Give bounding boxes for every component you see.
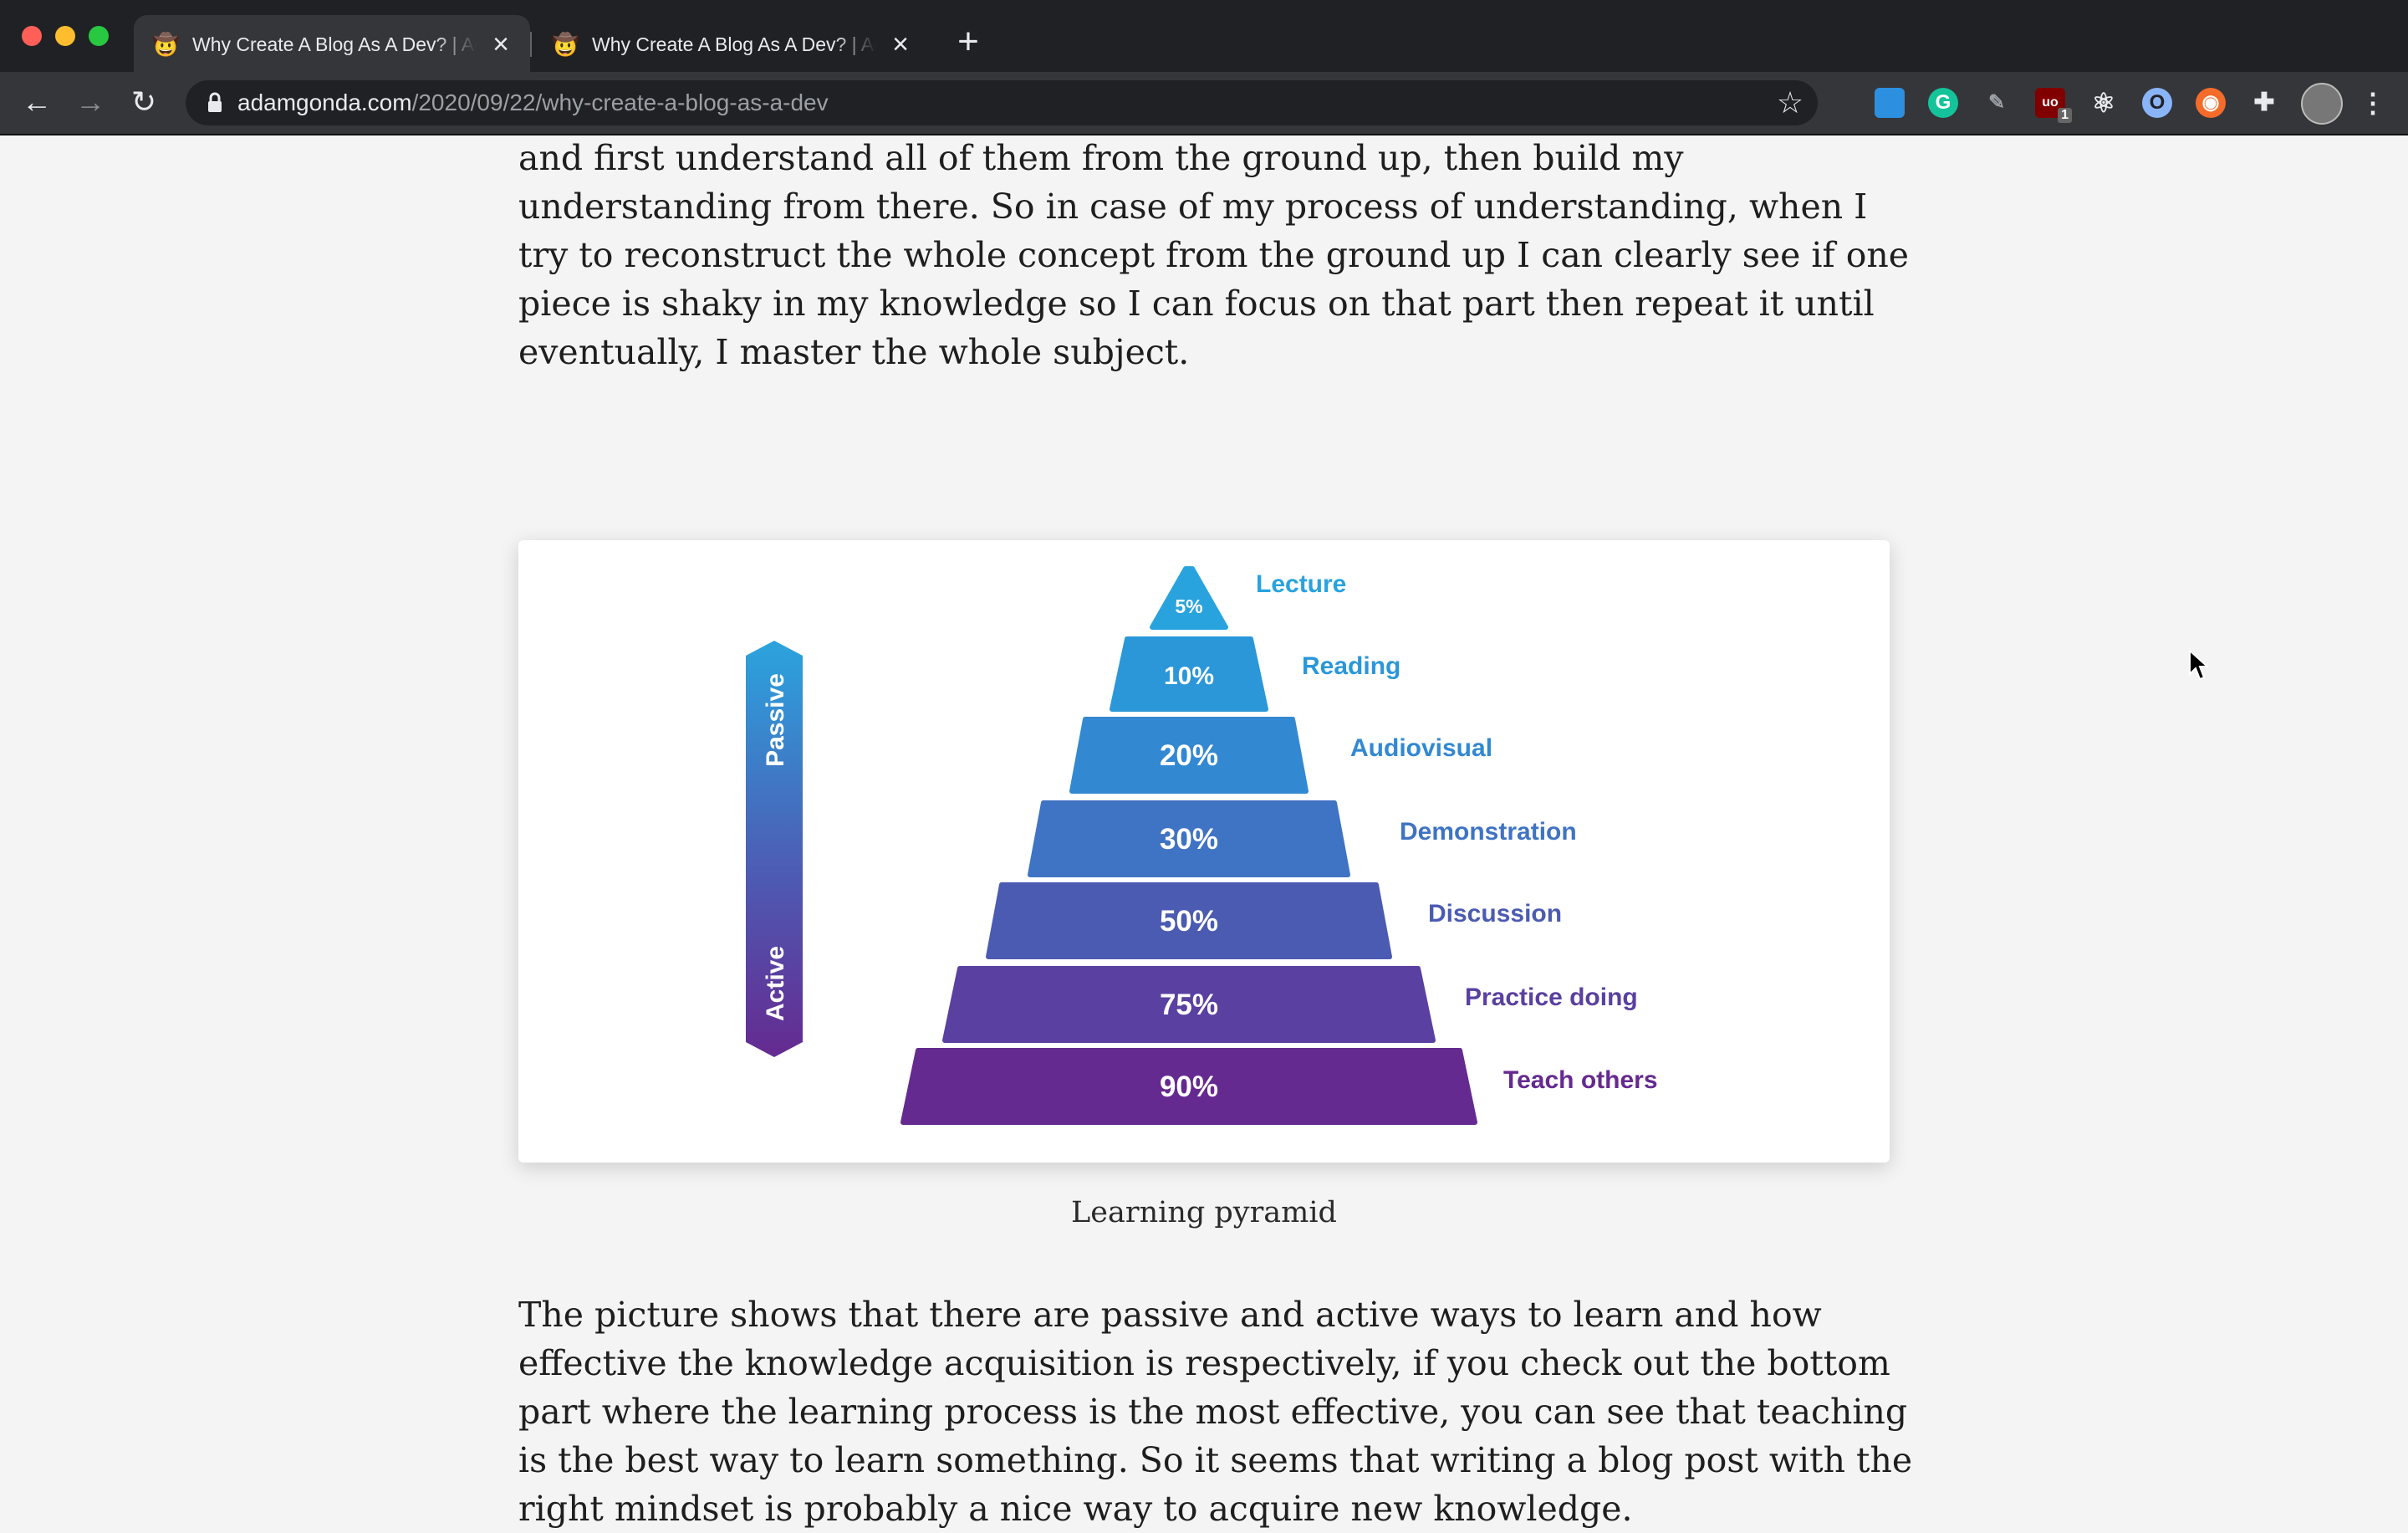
learning-pyramid-diagram: Passive Active 5% Lecture 10% Reading 20% Aud…	[746, 566, 1658, 1125]
paragraph: The picture shows that there are passive…	[518, 1290, 1912, 1533]
cowboy-emoji-icon: 🤠	[552, 32, 579, 57]
pyramid-levels: 5% Lecture 10% Reading 20% Audiovisual 30% Demo…	[900, 566, 1658, 1125]
text-line: piece is shaky in my knowledge so I can …	[518, 284, 1875, 324]
tier-percent: 10%	[1164, 662, 1214, 690]
text-line: and first understand all of them from th…	[518, 138, 1684, 178]
orange-ext-icon[interactable]: ◉	[2196, 88, 2226, 118]
cowboy-emoji-icon: 🤠	[152, 32, 180, 57]
text-line: effective the knowledge acquisition is r…	[518, 1343, 1890, 1383]
paragraph: and first understand all of them from th…	[518, 134, 1909, 376]
toolbar-square-icon[interactable]	[1875, 88, 1905, 118]
lock-icon	[208, 92, 222, 112]
address-bar[interactable]: adamgonda.com/2020/09/22/why-create-a-bl…	[186, 80, 1818, 125]
tier-label: Demonstration	[1400, 818, 1577, 846]
ublock-icon[interactable]: uo 1	[2035, 88, 2072, 123]
react-devtools-icon[interactable]: ⚛	[2089, 88, 2119, 118]
browser-tab-strip: 🤠 Why Create A Blog As A Dev? | Adam Gon…	[0, 0, 2408, 72]
tier-label: Discussion	[1428, 900, 1562, 927]
close-window-button[interactable]	[22, 26, 42, 46]
url-host: adamgonda.com	[237, 89, 412, 115]
tab-divider	[530, 32, 532, 57]
tier-percent: 50%	[1160, 905, 1218, 938]
puzzle-icon[interactable]: ✚	[2249, 88, 2279, 118]
url-path: /2020/09/22/why-create-a-blog-as-a-dev	[411, 89, 829, 115]
reload-button[interactable]: ↻	[125, 84, 162, 120]
circle-ext-icon[interactable]: O	[2142, 88, 2172, 118]
text-line: right mindset is probably a nice way to …	[518, 1489, 1633, 1529]
figure-caption: Learning pyramid	[1071, 1196, 1337, 1229]
back-button[interactable]: ←	[18, 84, 55, 120]
tier-label: Audiovisual	[1350, 734, 1492, 762]
mouse-cursor-icon	[2189, 649, 2208, 681]
text-line: is the best way to learn something. So i…	[518, 1440, 1913, 1480]
menu-icon[interactable]: ⋮	[2358, 88, 2388, 118]
minimize-window-button[interactable]	[55, 26, 75, 46]
profile-avatar[interactable]	[2301, 83, 2343, 125]
bookmark-star-icon[interactable]: ☆	[1773, 85, 1808, 120]
tier-percent: 30%	[1160, 823, 1218, 856]
tier-percent: 90%	[1160, 1071, 1218, 1103]
close-icon[interactable]: ×	[886, 30, 915, 59]
zoom-window-button[interactable]	[89, 26, 109, 46]
tier-percent: 75%	[1160, 989, 1218, 1021]
ublock-badge: 1	[2058, 108, 2072, 123]
text-line: The picture shows that there are passive…	[518, 1295, 1822, 1335]
tab-title: Why Create A Blog As A Dev? | Adam Gonda	[192, 33, 477, 55]
text-line: part where the learning process is the m…	[518, 1392, 1908, 1432]
tier-label: Reading	[1302, 652, 1400, 680]
axis-label-passive: Passive	[762, 673, 789, 767]
text-line: try to reconstruct the whole concept fro…	[518, 235, 1910, 275]
browser-toolbar: ← → ↻ adamgonda.com/2020/09/22/why-creat…	[0, 72, 2408, 135]
text-line: eventually, I master the whole subject.	[518, 332, 1190, 372]
pen-icon[interactable]: ✎	[1982, 88, 2012, 118]
new-tab-button[interactable]: +	[951, 23, 985, 60]
passive-active-axis: Passive Active	[746, 641, 803, 1057]
url-text: adamgonda.com/2020/09/22/why-create-a-bl…	[237, 89, 829, 117]
forward-button[interactable]: →	[72, 84, 109, 120]
close-icon[interactable]: ×	[487, 30, 515, 59]
tier-percent: 20%	[1160, 739, 1218, 772]
text-line: understanding from there. So in case of …	[518, 187, 1868, 227]
tab-title: Why Create A Blog As A Dev? | Adam Gonda	[592, 33, 876, 55]
tier-label: Lecture	[1256, 570, 1346, 598]
axis-label-active: Active	[762, 946, 789, 1021]
tier-label: Teach others	[1503, 1066, 1658, 1094]
tab-why-create-a-blog-1[interactable]: 🤠 Why Create A Blog As A Dev? | Adam Gon…	[134, 15, 530, 72]
tier-percent: 5%	[1175, 595, 1202, 617]
tab-why-create-a-blog-2[interactable]: 🤠 Why Create A Blog As A Dev? | Adam Gon…	[533, 15, 930, 72]
tier-label: Practice doing	[1465, 984, 1638, 1011]
learning-pyramid-figure: Passive Active 5% Lecture 10% Reading 20% Aud…	[518, 540, 1890, 1163]
grammarly-icon[interactable]: G	[1928, 88, 1958, 118]
